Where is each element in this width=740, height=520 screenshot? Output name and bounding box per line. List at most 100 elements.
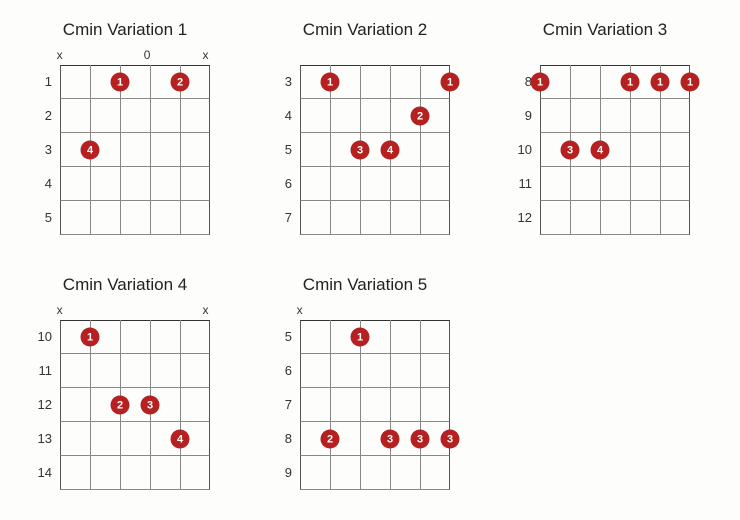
top-marker	[431, 48, 460, 63]
top-markers-row	[300, 48, 460, 63]
string-line	[390, 320, 391, 490]
fret-label: 7	[270, 388, 300, 422]
fret-space	[60, 99, 210, 133]
top-marker: x	[191, 303, 220, 318]
finger-dot: 1	[351, 328, 370, 347]
top-marker	[402, 48, 431, 63]
top-marker	[373, 48, 402, 63]
fret-labels: 1011121314	[30, 320, 60, 490]
fret-space	[300, 320, 450, 354]
top-marker	[133, 303, 162, 318]
top-marker	[314, 303, 343, 318]
finger-dot: 3	[141, 396, 160, 415]
fretboard: 12333	[300, 320, 450, 490]
finger-dot: 2	[411, 107, 430, 126]
top-markers-row: xx	[60, 303, 220, 318]
fret-space	[60, 167, 210, 201]
fret-label: 12	[30, 388, 60, 422]
fret-label: 13	[30, 422, 60, 456]
board-row: 12345124	[30, 65, 220, 235]
finger-dot: 3	[441, 430, 460, 449]
finger-dot: 4	[171, 430, 190, 449]
fret-label: 7	[270, 201, 300, 235]
fret-label: 6	[270, 167, 300, 201]
top-marker	[373, 303, 402, 318]
fret-label: 11	[510, 167, 540, 201]
fretboard: 1 234	[60, 320, 210, 490]
top-marker	[402, 303, 431, 318]
chord-diagrams-container: Cmin Variation 1x0x12345124Cmin Variatio…	[30, 20, 710, 490]
top-marker	[103, 48, 132, 63]
board-row: 3456711234	[270, 65, 460, 235]
finger-dot: 1	[81, 328, 100, 347]
fret-space	[300, 201, 450, 235]
fretboard: 111134	[540, 65, 690, 235]
finger-dot: 1	[621, 73, 640, 92]
fret-label: 12	[510, 201, 540, 235]
top-markers-row: x	[300, 303, 460, 318]
top-marker: x	[285, 303, 314, 318]
top-marker	[583, 48, 612, 63]
top-marker	[162, 303, 191, 318]
finger-dot: 3	[561, 141, 580, 160]
string-line	[420, 65, 421, 235]
top-marker	[314, 48, 343, 63]
fret-space	[300, 354, 450, 388]
fretboard: 124	[60, 65, 210, 235]
finger-dot: 1	[651, 73, 670, 92]
top-marker	[642, 48, 671, 63]
fret-label: 8	[270, 422, 300, 456]
top-marker	[74, 48, 103, 63]
chord-diagram: Cmin Variation 5x5678912333	[270, 275, 460, 490]
finger-dot: 4	[381, 141, 400, 160]
top-marker	[103, 303, 132, 318]
finger-dot: 1	[441, 73, 460, 92]
finger-dot: 1	[111, 73, 130, 92]
fret-label: 3	[30, 133, 60, 167]
fret-label: 6	[270, 354, 300, 388]
finger-dot: 1	[321, 73, 340, 92]
fret-space	[540, 167, 690, 201]
fret-labels: 12345	[30, 65, 60, 235]
finger-dot: 1	[681, 73, 700, 92]
finger-dot: 3	[411, 430, 430, 449]
chord-diagram: Cmin Variation 23456711234	[270, 20, 460, 235]
top-marker	[285, 48, 314, 63]
chord-title: Cmin Variation 4	[30, 275, 220, 295]
finger-dot: 3	[351, 141, 370, 160]
fret-space	[300, 388, 450, 422]
fret-space	[60, 388, 210, 422]
string-line	[150, 65, 151, 235]
finger-dot: 1	[531, 73, 550, 92]
fret-label: 5	[270, 133, 300, 167]
fret-space	[300, 456, 450, 490]
top-markers-row: x0x	[60, 48, 220, 63]
chord-diagram: Cmin Variation 389101112111134	[510, 20, 700, 235]
finger-dot: 2	[111, 396, 130, 415]
top-marker	[343, 303, 372, 318]
finger-dot: 2	[321, 430, 340, 449]
chord-title: Cmin Variation 5	[270, 275, 460, 295]
finger-dot: 4	[81, 141, 100, 160]
fret-label: 14	[30, 456, 60, 490]
chord-title: Cmin Variation 2	[270, 20, 460, 40]
chord-diagram: Cmin Variation 1x0x12345124	[30, 20, 220, 235]
string-line	[420, 320, 421, 490]
fret-space	[60, 354, 210, 388]
fret-label: 9	[510, 99, 540, 133]
fret-space	[60, 201, 210, 235]
fret-label: 10	[510, 133, 540, 167]
fret-label: 1	[30, 65, 60, 99]
top-marker	[431, 303, 460, 318]
board-row: 10111213141234	[30, 320, 220, 490]
chord-title: Cmin Variation 1	[30, 20, 220, 40]
finger-dot: 3	[381, 430, 400, 449]
fret-label: 5	[30, 201, 60, 235]
fret-label: 11	[30, 354, 60, 388]
string-line	[180, 320, 181, 490]
top-marker	[162, 48, 191, 63]
top-marker	[74, 303, 103, 318]
fret-label: 10	[30, 320, 60, 354]
board-row: 5678912333	[270, 320, 460, 490]
chord-diagram: Cmin Variation 4xx10111213141234	[30, 275, 220, 490]
